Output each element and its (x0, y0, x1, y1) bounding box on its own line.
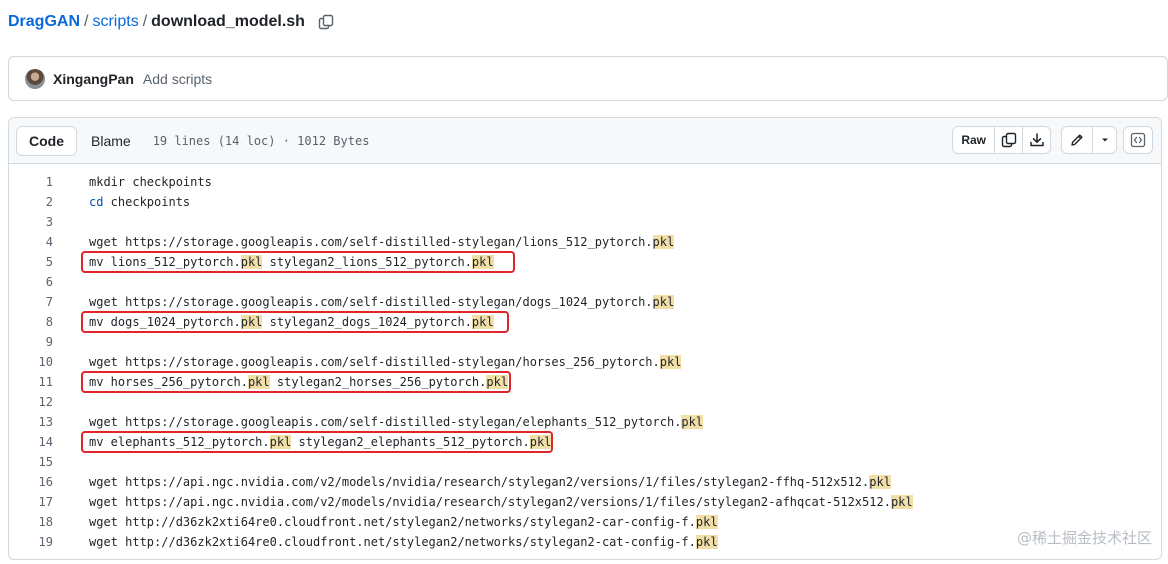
code-line: 9 (9, 332, 1161, 352)
code-line: 8 mv dogs_1024_pytorch.pkl stylegan2_dogs… (9, 311, 1161, 333)
line-number[interactable]: 10 (9, 355, 53, 369)
raw-button-group: Raw (952, 126, 1051, 154)
code-line: 2 cd checkpoints (9, 192, 1161, 212)
line-number[interactable]: 14 (9, 435, 53, 449)
breadcrumb-folder-link[interactable]: scripts (92, 13, 138, 31)
line-number[interactable]: 13 (9, 415, 53, 429)
code-text: wget https://api.ngc.nvidia.com/v2/model… (89, 475, 870, 489)
line-number[interactable]: 2 (9, 195, 53, 209)
code-line: 19 wget http://d36zk2xti64re0.cloudfront.… (9, 532, 1161, 552)
line-number[interactable]: 15 (9, 455, 53, 469)
code-text: mkdir checkpoints (89, 175, 212, 189)
breadcrumb-separator: / (142, 13, 148, 30)
breadcrumb: DragGAN / scripts / download_model.sh (8, 10, 335, 34)
code-line: 7 wget https://storage.googleapis.com/sel… (9, 292, 1161, 312)
code-line: 11 mv horses_256_pytorch.pkl stylegan2_ho… (9, 371, 1161, 393)
file-header: Code Blame 19 lines (14 loc) · 1012 Byte… (9, 118, 1161, 164)
code-text: wget http://d36zk2xti64re0.cloudfront.ne… (89, 515, 696, 529)
file-viewer: Code Blame 19 lines (14 loc) · 1012 Byte… (8, 117, 1162, 560)
line-content: wget https://api.ngc.nvidia.com/v2/model… (89, 495, 913, 509)
line-content: wget https://storage.googleapis.com/self… (89, 355, 682, 369)
annotation-box (81, 371, 511, 393)
line-content: cd checkpoints (89, 195, 190, 209)
breadcrumb-file-name: download_model.sh (151, 13, 305, 30)
line-content: wget https://storage.googleapis.com/self… (89, 295, 675, 309)
commit-author[interactable]: XingangPan (53, 71, 134, 87)
annotation-box (81, 251, 515, 273)
line-number[interactable]: 8 (9, 315, 53, 329)
line-number[interactable]: 5 (9, 255, 53, 269)
code-line: 5 mv lions_512_pytorch.pkl stylegan2_lion… (9, 251, 1161, 273)
code-text: wget https://storage.googleapis.com/self… (89, 415, 682, 429)
code-text: wget https://storage.googleapis.com/self… (89, 235, 653, 249)
tab-blame[interactable]: Blame (77, 126, 145, 156)
search-highlight: pkl (695, 515, 718, 529)
code-line: 14 mv elephants_512_pytorch.pkl stylegan2… (9, 431, 1161, 453)
raw-button[interactable]: Raw (953, 127, 994, 153)
code-line: 6 (9, 272, 1161, 292)
line-content: wget https://storage.googleapis.com/self… (89, 415, 704, 429)
line-number[interactable]: 7 (9, 295, 53, 309)
code-line: 16 wget https://api.ngc.nvidia.com/v2/mod… (9, 472, 1161, 492)
line-number[interactable]: 9 (9, 335, 53, 349)
view-tabs: Code Blame 19 lines (14 loc) · 1012 Byte… (16, 126, 369, 156)
search-highlight: pkl (681, 415, 704, 429)
line-number[interactable]: 6 (9, 275, 53, 289)
code-line: 1 mkdir checkpoints (9, 172, 1161, 192)
code-text: wget https://storage.googleapis.com/self… (89, 355, 660, 369)
search-highlight: pkl (652, 235, 675, 249)
breadcrumb-repo-link[interactable]: DragGAN (8, 13, 80, 31)
code-line: 15 (9, 452, 1161, 472)
code-text: wget http://d36zk2xti64re0.cloudfront.ne… (89, 535, 696, 549)
edit-button-group (1061, 126, 1117, 154)
line-number[interactable]: 17 (9, 495, 53, 509)
breadcrumb-separator: / (84, 13, 89, 30)
file-actions: Raw (952, 126, 1153, 154)
code-text: checkpoints (103, 195, 191, 209)
line-number[interactable]: 18 (9, 515, 53, 529)
code-line: 4 wget https://storage.googleapis.com/sel… (9, 232, 1161, 252)
search-highlight: pkl (890, 495, 913, 509)
annotation-box (81, 311, 509, 333)
file-meta: 19 lines (14 loc) · 1012 Bytes (152, 134, 370, 148)
shell-keyword: cd (89, 195, 104, 209)
code-line: 18 wget http://d36zk2xti64re0.cloudfront.… (9, 512, 1161, 532)
code-line: 10 wget https://storage.googleapis.com/se… (9, 352, 1161, 372)
line-content: wget http://d36zk2xti64re0.cloudfront.ne… (89, 535, 718, 549)
line-content: wget https://api.ngc.nvidia.com/v2/model… (89, 475, 891, 489)
line-number[interactable]: 4 (9, 235, 53, 249)
line-content: wget https://storage.googleapis.com/self… (89, 235, 675, 249)
copy-path-icon[interactable] (317, 13, 335, 31)
search-highlight: pkl (869, 475, 891, 489)
pencil-icon[interactable] (1062, 127, 1092, 153)
code-text: wget https://api.ngc.nvidia.com/v2/model… (89, 495, 891, 509)
commit-message[interactable]: Add scripts (143, 71, 212, 87)
code-line: 13 wget https://storage.googleapis.com/se… (9, 412, 1161, 432)
watermark: @稀土掘金技术社区 (1016, 529, 1152, 547)
code-line: 3 (9, 212, 1161, 232)
code-body: 1 mkdir checkpoints 2 cd checkpoints 3 4 wget … (9, 172, 1161, 552)
download-icon[interactable] (1022, 127, 1050, 153)
code-text: wget https://storage.googleapis.com/self… (89, 295, 653, 309)
chevron-down-icon[interactable] (1092, 127, 1116, 153)
line-number[interactable]: 3 (9, 215, 53, 229)
search-highlight: pkl (695, 535, 718, 549)
line-number[interactable]: 16 (9, 475, 53, 489)
tab-code[interactable]: Code (16, 126, 77, 156)
code-line: 17 wget https://api.ngc.nvidia.com/v2/mod… (9, 492, 1161, 512)
line-content: mkdir checkpoints (89, 175, 212, 189)
latest-commit-bar: XingangPan Add scripts (8, 56, 1168, 101)
search-highlight: pkl (659, 355, 682, 369)
avatar[interactable] (25, 68, 45, 89)
annotation-box (81, 431, 553, 453)
copy-raw-icon[interactable] (994, 127, 1022, 153)
line-number[interactable]: 19 (9, 535, 53, 549)
search-highlight: pkl (652, 295, 675, 309)
code-line: 12 (9, 392, 1161, 412)
line-number[interactable]: 11 (9, 375, 53, 389)
line-content: wget http://d36zk2xti64re0.cloudfront.ne… (89, 515, 718, 529)
code-symbols-icon[interactable] (1123, 126, 1153, 154)
line-number[interactable]: 12 (9, 395, 53, 409)
line-number[interactable]: 1 (9, 175, 53, 189)
